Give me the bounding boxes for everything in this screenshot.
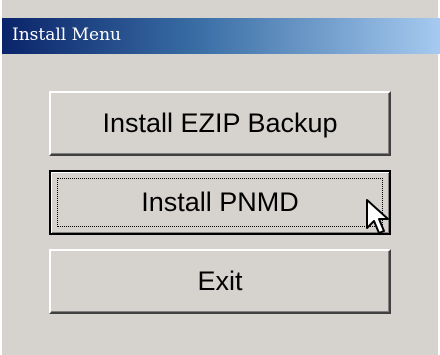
exit-button[interactable]: Exit — [49, 249, 391, 314]
title-bar[interactable]: Install Menu — [2, 18, 440, 54]
exit-label: Exit — [197, 266, 243, 296]
install-pnmd-button[interactable]: Install PNMD — [49, 170, 391, 235]
window-title: Install Menu — [12, 25, 121, 45]
install-ezip-backup-label: Install EZIP Backup — [102, 108, 338, 138]
install-pnmd-label: Install PNMD — [141, 187, 299, 217]
install-ezip-backup-button[interactable]: Install EZIP Backup — [49, 91, 391, 156]
install-menu-window: Install Menu Install EZIP Backup Install… — [0, 0, 440, 355]
arrow-cursor-icon — [366, 199, 389, 234]
